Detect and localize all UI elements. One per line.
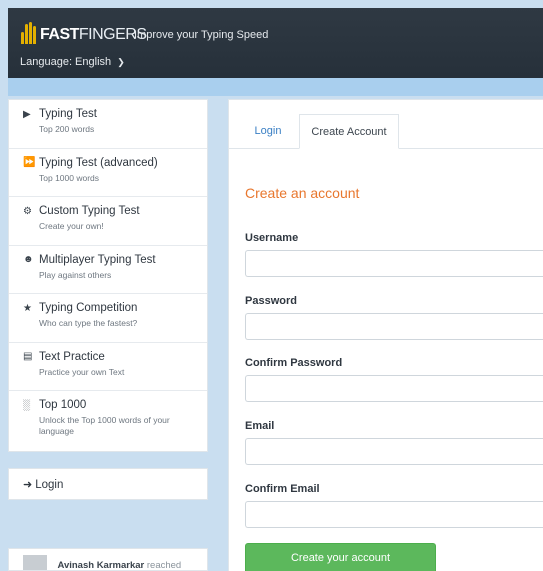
main-panel: Login Create Account Create an account U… [228,99,543,571]
sidebar-item-title: Typing Test (advanced) [39,156,158,169]
users-icon: ☻ [23,254,34,265]
confirm-email-input[interactable] [245,501,543,528]
language-label: Language: English [20,56,112,68]
username-label: Username [245,232,299,244]
sidebar-item-subtitle: Who can type the fastest? [39,318,138,328]
sidebar-item-subtitle: Top 1000 words [39,172,100,183]
sidebar-item-multiplayer[interactable]: ☻ Multiplayer Typing Test Play against ot… [9,246,207,294]
sidebar: ▶ Typing Test Top 200 words ⏩ Typing Test … [8,99,208,452]
form-title: Create an account [245,185,360,201]
email-input[interactable] [245,438,543,465]
sidebar-item-subtitle: Create your own! [39,221,104,231]
play-icon: ▶ [23,108,31,120]
password-input[interactable] [245,313,543,340]
tagline: Improve your Typing Speed [134,29,269,41]
activity-feed: Avinash Karmarkar reached [8,548,208,571]
chevron-down-icon: ❯ [117,57,125,67]
confirm-password-input[interactable] [245,375,543,402]
confirm-email-label: Confirm Email [245,483,320,495]
sign-in-icon: ➜ [23,479,33,491]
login-label: Login [35,479,64,491]
username-input[interactable] [245,250,543,277]
header-band [8,78,543,96]
cogs-icon: ⚙ [23,205,32,217]
sidebar-item-subtitle: Play against others [39,269,112,280]
activity-user-name[interactable]: Avinash Karmarkar [57,560,144,570]
signal-icon: ░ [23,399,31,411]
logo[interactable]: FASTFINGERS [20,22,147,44]
sidebar-item-text-practice[interactable]: ▤ Text Practice Practice your own Text [9,343,207,391]
language-selector[interactable]: Language: English ❯ [20,56,125,68]
sidebar-item-subtitle: Practice your own Text [39,366,125,377]
trophy-icon: ★ [23,302,32,314]
create-account-button[interactable]: Create your account [245,543,436,571]
tab-bar: Login Create Account [229,114,543,149]
activity-text: reached [146,560,182,571]
sidebar-item-title: Multiplayer Typing Test [39,253,156,266]
sidebar-item-typing-test-advanced[interactable]: ⏩ Typing Test (advanced) Top 1000 words [9,149,207,197]
site-header: FASTFINGERS Improve your Typing Speed La… [8,8,543,78]
password-label: Password [245,295,297,307]
sidebar-item-subtitle: Unlock the Top 1000 words of your langua… [39,415,170,436]
tab-create-account[interactable]: Create Account [299,114,399,149]
sidebar-item-typing-test[interactable]: ▶ Typing Test Top 200 words [9,100,207,149]
sidebar-item-title: Top 1000 [39,399,87,411]
sidebar-item-title: Custom Typing Test [39,205,140,217]
sidebar-item-subtitle: Top 200 words [39,124,95,134]
brand-name: FASTFINGERS [40,26,147,43]
document-icon: ▤ [23,351,33,362]
sidebar-item-competition[interactable]: ★ Typing Competition Who can type the fas… [9,294,207,343]
sidebar-item-title: Typing Test [39,108,97,120]
email-label: Email [245,420,275,432]
confirm-password-label: Confirm Password [245,357,343,369]
sidebar-item-title: Typing Competition [39,302,138,314]
avatar [23,555,47,570]
sidebar-item-title: Text Practice [39,350,105,363]
sidebar-login-link[interactable]: ➜ Login [8,468,208,500]
fast-forward-icon: ⏩ [23,157,36,168]
sidebar-item-custom-typing-test[interactable]: ⚙ Custom Typing Test Create your own! [9,197,207,246]
logo-hand-icon [20,22,38,44]
sidebar-item-top-1000[interactable]: ░ Top 1000 Unlock the Top 1000 words of y… [9,391,207,440]
tab-login[interactable]: Login [239,114,297,149]
